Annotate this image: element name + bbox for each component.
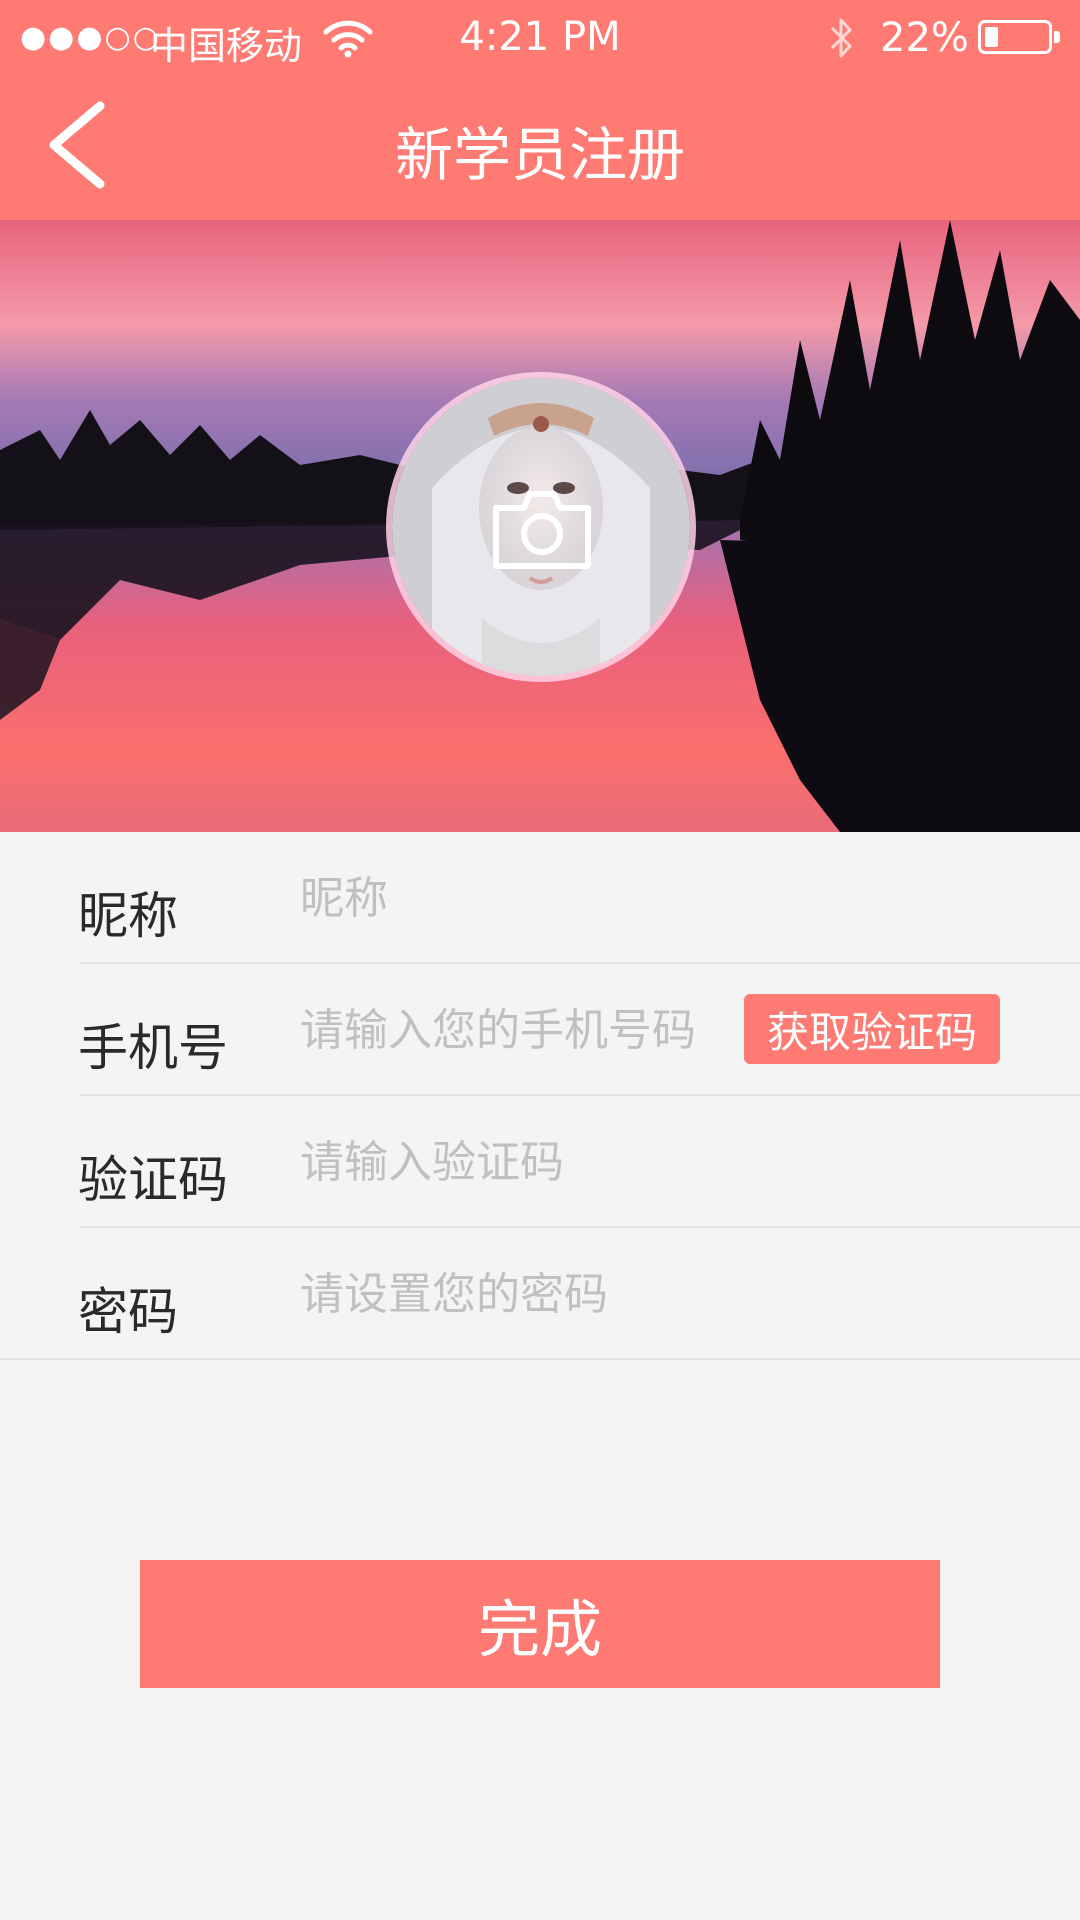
nickname-input[interactable] [300,862,1000,934]
phone-row: 手机号 获取验证码 [0,964,1080,1096]
camera-icon [493,491,591,569]
password-label: 密码 [78,1283,178,1341]
submit-button[interactable]: 完成 [140,1560,940,1688]
avatar-upload[interactable] [386,372,696,682]
battery-nub [1054,31,1060,43]
header: ●●●○○ 中国移动 4:21 PM 22% 新学员注册 [0,0,1080,220]
battery-percentage: 22% [880,15,969,61]
battery-level [985,27,998,47]
password-row: 密码 [0,1228,1080,1360]
battery-icon [978,20,1052,54]
code-input[interactable] [300,1126,1000,1198]
code-row: 验证码 [0,1096,1080,1228]
nickname-row: 昵称 [0,832,1080,964]
bluetooth-icon [830,18,852,58]
phone-label: 手机号 [78,1019,228,1077]
password-input[interactable] [300,1258,1000,1330]
status-bar: ●●●○○ 中国移动 4:21 PM 22% [0,0,1080,80]
page-title: 新学员注册 [394,121,685,189]
code-label: 验证码 [78,1151,228,1209]
phone-input[interactable] [300,994,730,1066]
nickname-label: 昵称 [78,887,178,945]
registration-form: 昵称 手机号 获取验证码 验证码 密码 [0,832,1080,1362]
get-code-button[interactable]: 获取验证码 [744,994,1000,1064]
divider [0,1358,1080,1360]
